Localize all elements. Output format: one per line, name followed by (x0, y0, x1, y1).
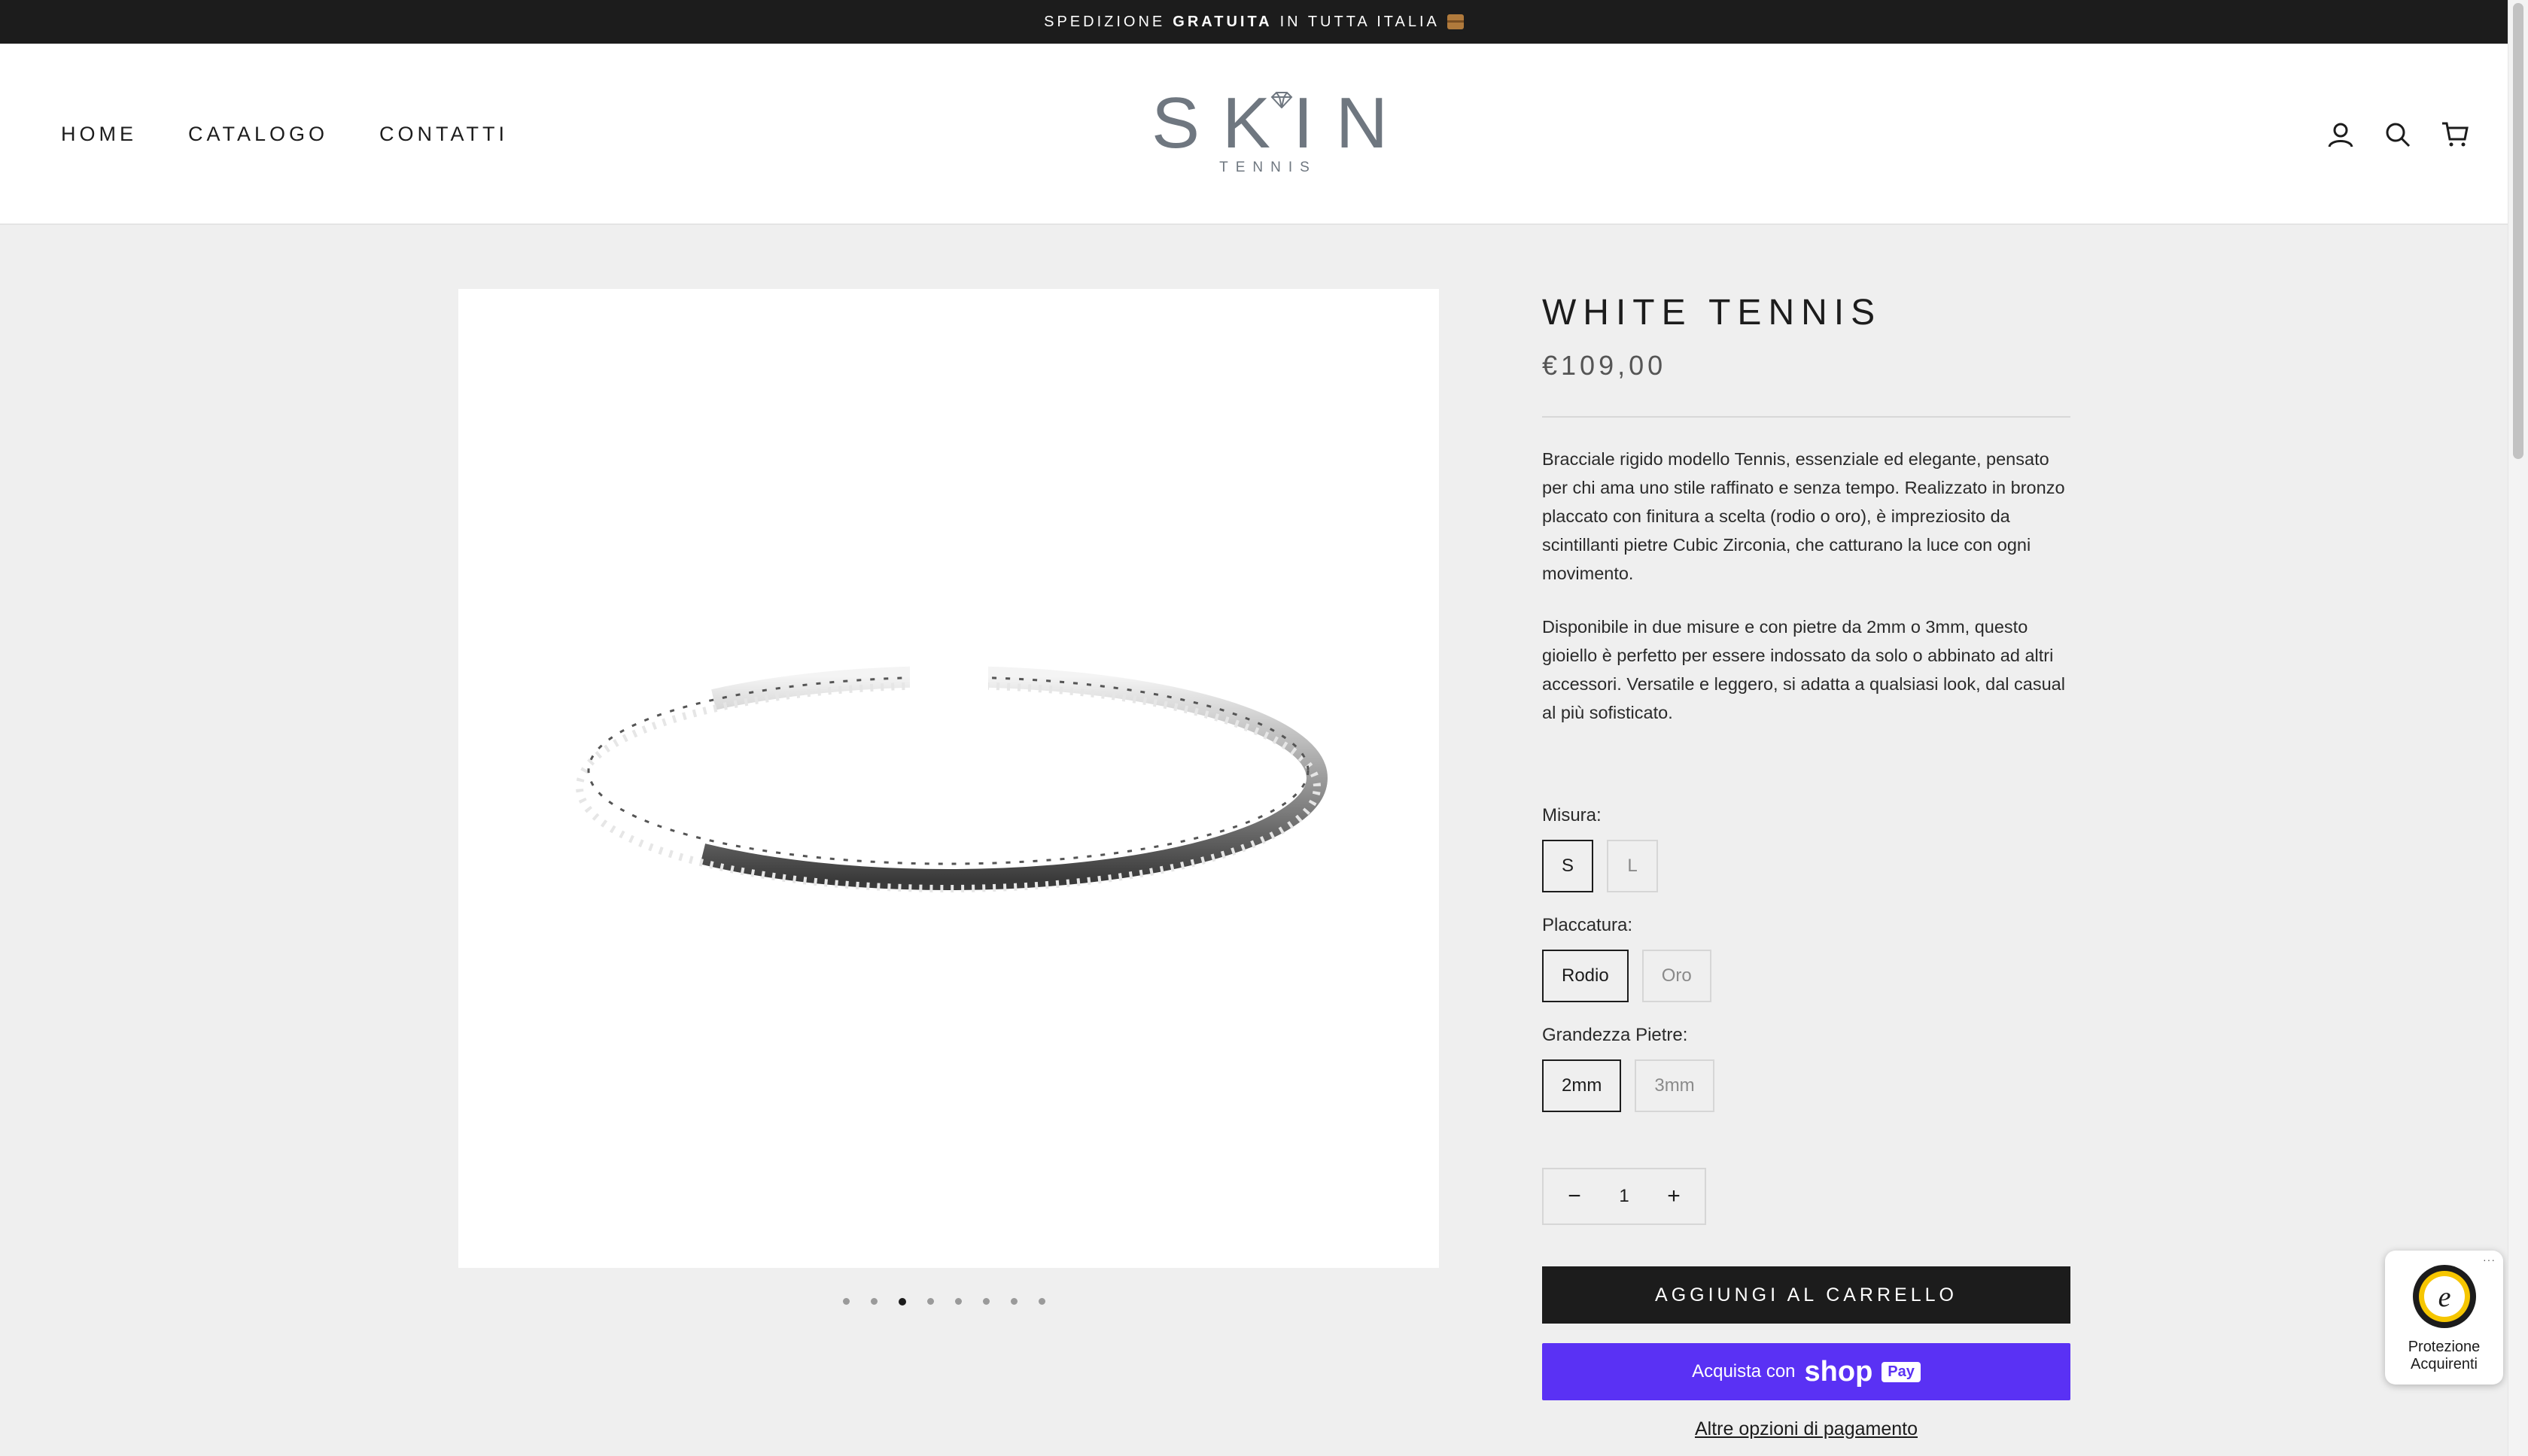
site-header: HOME CATALOGO CONTATTI SKIN TENNIS (0, 44, 2508, 225)
shop-pay-prefix: Acquista con (1692, 1361, 1796, 1382)
svg-text:e: e (2438, 1281, 2450, 1313)
add-to-cart-button[interactable]: AGGIUNGI AL CARRELLO (1542, 1266, 2070, 1324)
size-swatches: S L (1542, 840, 2070, 892)
logo-brand: SKIN (1151, 83, 1411, 163)
scrollbar[interactable] (2508, 0, 2528, 1456)
description-paragraph-2: Disponibile in due misure e con pietre d… (1542, 617, 2065, 722)
product-description: Bracciale rigido modello Tennis, essenzi… (1542, 445, 2070, 727)
diamond-icon (1270, 92, 1293, 108)
size-l-button[interactable]: L (1607, 840, 1658, 892)
nav-contatti-link[interactable]: CONTATTI (379, 123, 508, 146)
shop-pay-button[interactable]: Acquista con shop Pay (1542, 1343, 2070, 1400)
quantity-stepper: − 1 + (1542, 1168, 1706, 1225)
trusted-shops-badge[interactable]: ··· e Protezione Acquirenti (2385, 1251, 2503, 1385)
announcement-prefix: SPEDIZIONE (1044, 13, 1166, 30)
size-s-button[interactable]: S (1542, 840, 1593, 892)
product-title: WHITE TENNIS (1542, 293, 1882, 333)
stone-swatches: 2mm 3mm (1542, 1059, 2070, 1112)
page: SPEDIZIONE GRATUITA IN TUTTA ITALIA HOME… (0, 0, 2528, 1456)
plating-rodio-button[interactable]: Rodio (1542, 950, 1629, 1002)
main-nav: HOME CATALOGO CONTATTI (61, 44, 508, 225)
quantity-decrease-button[interactable]: − (1563, 1184, 1586, 1209)
gallery-dot[interactable] (843, 1298, 850, 1305)
more-payment-options-link[interactable]: Altre opzioni di pagamento (1542, 1418, 2070, 1440)
shop-pay-logo: shop (1804, 1355, 1873, 1388)
shop-pay-badge: Pay (1882, 1361, 1921, 1382)
cart-icon[interactable] (2440, 120, 2470, 150)
scrollbar-thumb[interactable] (2513, 3, 2523, 459)
gallery-dot[interactable] (927, 1298, 934, 1305)
stone-2mm-button[interactable]: 2mm (1542, 1059, 1622, 1112)
nav-catalogo-link[interactable]: CATALOGO (188, 123, 328, 146)
plating-oro-button[interactable]: Oro (1641, 950, 1711, 1002)
trusted-shops-seal-icon: e (2412, 1265, 2476, 1328)
gallery-dot[interactable] (955, 1298, 962, 1305)
stone-label: Grandezza Pietre: (1542, 1025, 1688, 1045)
plating-label: Placcatura: (1542, 915, 1633, 935)
quantity-increase-button[interactable]: + (1663, 1184, 1685, 1209)
gallery-dot-active[interactable] (899, 1298, 906, 1306)
size-label: Misura: (1542, 805, 1602, 825)
announcement-bold: GRATUITA (1173, 13, 1273, 30)
plating-option: Placcatura: Rodio Oro (1542, 915, 2070, 1002)
gallery-dot[interactable] (871, 1298, 878, 1305)
quantity-input[interactable]: 1 (1619, 1186, 1629, 1207)
badge-line-2: Acquirenti (2411, 1356, 2478, 1372)
announcement-bar: SPEDIZIONE GRATUITA IN TUTTA ITALIA (0, 0, 2508, 44)
product-image[interactable] (458, 289, 1439, 1268)
badge-line-1: Protezione (2408, 1339, 2481, 1355)
announcement-suffix: IN TUTTA ITALIA (1279, 13, 1440, 30)
gallery-dot[interactable] (1011, 1298, 1018, 1305)
gallery-dot[interactable] (983, 1298, 990, 1305)
size-option: Misura: S L (1542, 805, 2070, 892)
badge-text: Protezione Acquirenti (2385, 1339, 2503, 1373)
package-icon (1447, 14, 1464, 29)
nav-home-link[interactable]: HOME (61, 123, 137, 146)
stone-3mm-button[interactable]: 3mm (1635, 1059, 1714, 1112)
gallery-dots (843, 1298, 1045, 1306)
account-icon[interactable] (2326, 120, 2356, 150)
gallery-dot[interactable] (1039, 1298, 1045, 1305)
divider (1542, 416, 2070, 418)
bracelet-image (569, 665, 1328, 892)
description-paragraph-1: Bracciale rigido modello Tennis, essenzi… (1542, 449, 2065, 583)
product-info: WHITE TENNIS €109,00 Bracciale rigido mo… (1542, 289, 2070, 1112)
site-logo[interactable]: SKIN TENNIS (1129, 86, 1400, 184)
search-icon[interactable] (2383, 120, 2413, 150)
header-icons (2326, 44, 2470, 225)
badge-menu-icon[interactable]: ··· (2483, 1254, 2496, 1266)
product-price: €109,00 (1542, 350, 1667, 381)
stone-option: Grandezza Pietre: 2mm 3mm (1542, 1025, 2070, 1112)
plating-swatches: Rodio Oro (1542, 950, 2070, 1002)
